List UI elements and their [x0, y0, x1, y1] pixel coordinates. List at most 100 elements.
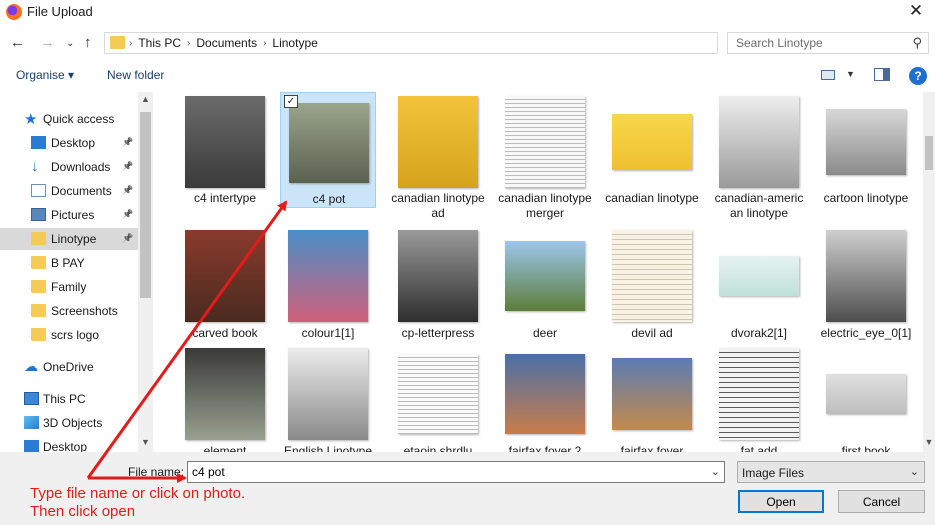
sidebar-item-desktop[interactable]: Desktop 📌 — [0, 132, 138, 154]
breadcrumb-item[interactable]: Linotype — [272, 36, 317, 50]
close-icon[interactable]: ✕ — [903, 0, 929, 24]
help-icon[interactable]: ? — [909, 67, 927, 85]
up-arrow-icon[interactable]: ↑ — [84, 34, 92, 51]
preview-pane-icon[interactable] — [874, 68, 890, 81]
navigation-pane: ★ Quick access Desktop 📌 ↓ Downloads 📌 Document… — [0, 92, 153, 452]
instruction-annotation: Type file name or click on photo. Then c… — [30, 485, 245, 521]
chevron-down-icon[interactable]: ⌄ — [711, 465, 720, 478]
sidebar-item-screenshots[interactable]: Screenshots — [0, 300, 138, 322]
scroll-down-icon[interactable]: ▼ — [138, 437, 153, 447]
scrollbar-thumb[interactable] — [925, 136, 933, 170]
file-tile[interactable]: canadian linotype merger — [497, 92, 593, 220]
view-options-icon[interactable] — [821, 70, 835, 80]
file-tile[interactable]: cp-letterpress — [390, 226, 486, 340]
file-tile[interactable]: colour1[1] — [280, 226, 376, 340]
file-name: deer — [532, 326, 558, 340]
cancel-button[interactable]: Cancel — [838, 490, 925, 513]
file-tile[interactable]: fat add — [711, 344, 807, 452]
breadcrumb: › This PC › Documents › Linotype — [129, 36, 318, 50]
file-name: cartoon linotype — [823, 191, 909, 205]
sidebar-item-family[interactable]: Family — [0, 276, 138, 298]
file-tile[interactable]: fairfax fover 2 — [497, 344, 593, 452]
pictures-icon — [31, 208, 46, 221]
image-thumbnail — [826, 230, 906, 322]
new-folder-button[interactable]: New folder — [107, 68, 164, 82]
image-thumbnail — [719, 96, 799, 188]
chevron-right-icon: › — [263, 37, 267, 49]
search-input[interactable] — [728, 33, 898, 53]
content-scrollbar[interactable]: ▼ — [923, 92, 935, 452]
file-tile[interactable]: c4 pot ✓ — [280, 92, 376, 208]
sidebar-item-label: scrs logo — [51, 328, 100, 342]
chevron-down-icon: ⌄ — [909, 466, 919, 478]
sidebar-item-desktop[interactable]: Desktop — [0, 436, 138, 452]
sidebar-item-this-pc[interactable]: This PC — [0, 388, 138, 410]
pin-icon[interactable]: 📌 — [122, 161, 133, 172]
back-arrow-icon[interactable]: ← — [10, 34, 25, 51]
breadcrumb-item[interactable]: This PC — [138, 36, 181, 50]
scrollbar-thumb[interactable] — [140, 112, 151, 298]
image-thumbnail — [398, 230, 478, 322]
sidebar-item-label: 3D Objects — [43, 416, 103, 430]
sidebar-item-onedrive[interactable]: ☁ OneDrive — [0, 356, 138, 378]
chevron-down-icon[interactable]: ▼ — [846, 69, 855, 79]
file-type-select[interactable]: Image Files ⌄ — [737, 461, 925, 483]
breadcrumb-item[interactable]: Documents — [196, 36, 257, 50]
scroll-up-icon[interactable]: ▲ — [138, 94, 153, 104]
open-button[interactable]: Open — [738, 490, 824, 513]
file-name-input[interactable] — [188, 462, 698, 482]
pin-icon[interactable]: 📌 — [122, 137, 133, 148]
file-tile[interactable]: English Linotype — [280, 344, 376, 452]
file-name: cp-letterpress — [401, 326, 475, 340]
scroll-down-icon[interactable]: ▼ — [923, 437, 935, 447]
sidebar-item-scrs-logo[interactable]: scrs logo — [0, 324, 138, 346]
file-name: colour1[1] — [301, 326, 355, 340]
file-tile[interactable]: electric_eye_0[1] — [818, 226, 914, 340]
file-tile[interactable]: cartoon linotype — [818, 92, 914, 208]
desktop-icon — [24, 440, 39, 452]
sidebar-item-documents[interactable]: Documents 📌 — [0, 180, 138, 202]
file-tile[interactable]: canadian-americ an linotype — [711, 92, 807, 220]
file-tile[interactable]: carved book — [177, 226, 273, 340]
command-bar: Organise ▾ New folder ▼ ? — [0, 62, 935, 90]
checkbox-checked-icon[interactable]: ✓ — [284, 95, 298, 108]
file-tile[interactable]: c4 intertype — [177, 92, 273, 208]
sidebar-item-linotype[interactable]: Linotype 📌 — [0, 228, 138, 250]
file-tile[interactable]: first book — [818, 344, 914, 452]
image-thumbnail — [826, 374, 906, 414]
file-name: etaoin shrdlu — [403, 444, 473, 452]
pin-icon[interactable]: 📌 — [122, 209, 133, 220]
sidebar-item-b-pay[interactable]: B PAY — [0, 252, 138, 274]
pin-icon[interactable]: 📌 — [122, 233, 133, 244]
sidebar-item-3d-objects[interactable]: 3D Objects — [0, 412, 138, 434]
sidebar-item-pictures[interactable]: Pictures 📌 — [0, 204, 138, 226]
title-bar: File Upload ✕ — [0, 0, 935, 24]
sidebar-item-quick-access[interactable]: ★ Quick access — [0, 108, 138, 130]
pin-icon[interactable]: 📌 — [122, 185, 133, 196]
sidebar-item-downloads[interactable]: ↓ Downloads 📌 — [0, 156, 138, 178]
file-tile[interactable]: devil ad — [604, 226, 700, 340]
image-thumbnail — [612, 358, 692, 430]
sidebar-item-label: OneDrive — [43, 360, 94, 374]
file-tile[interactable]: deer — [497, 226, 593, 340]
file-tile[interactable]: canadian linotype — [604, 92, 700, 208]
image-thumbnail — [288, 348, 368, 440]
address-box[interactable]: › This PC › Documents › Linotype ⌄ ↻ — [104, 32, 815, 54]
file-tile[interactable]: element — [177, 344, 273, 452]
file-name-field[interactable]: ⌄ — [187, 461, 725, 483]
organise-button[interactable]: Organise ▾ — [16, 68, 74, 82]
file-name: canadian linotype ad — [391, 191, 485, 220]
file-tile[interactable]: dvorak2[1] — [711, 226, 807, 340]
file-tile[interactable]: etaoin shrdlu — [390, 344, 486, 452]
forward-arrow-icon[interactable]: → — [40, 34, 55, 51]
file-tile[interactable]: fairfax fover — [604, 344, 700, 452]
image-thumbnail — [288, 230, 368, 322]
computer-icon — [24, 392, 39, 405]
sidebar-scrollbar[interactable]: ▲ ▼ — [138, 92, 153, 452]
image-thumbnail — [505, 354, 585, 434]
file-name: devil ad — [631, 326, 673, 340]
sidebar-item-label: Linotype — [51, 232, 97, 246]
file-name: canadian linotype merger — [498, 191, 592, 220]
recent-locations-chevron-icon[interactable]: ⌄ — [66, 38, 74, 49]
file-tile[interactable]: canadian linotype ad — [390, 92, 486, 220]
